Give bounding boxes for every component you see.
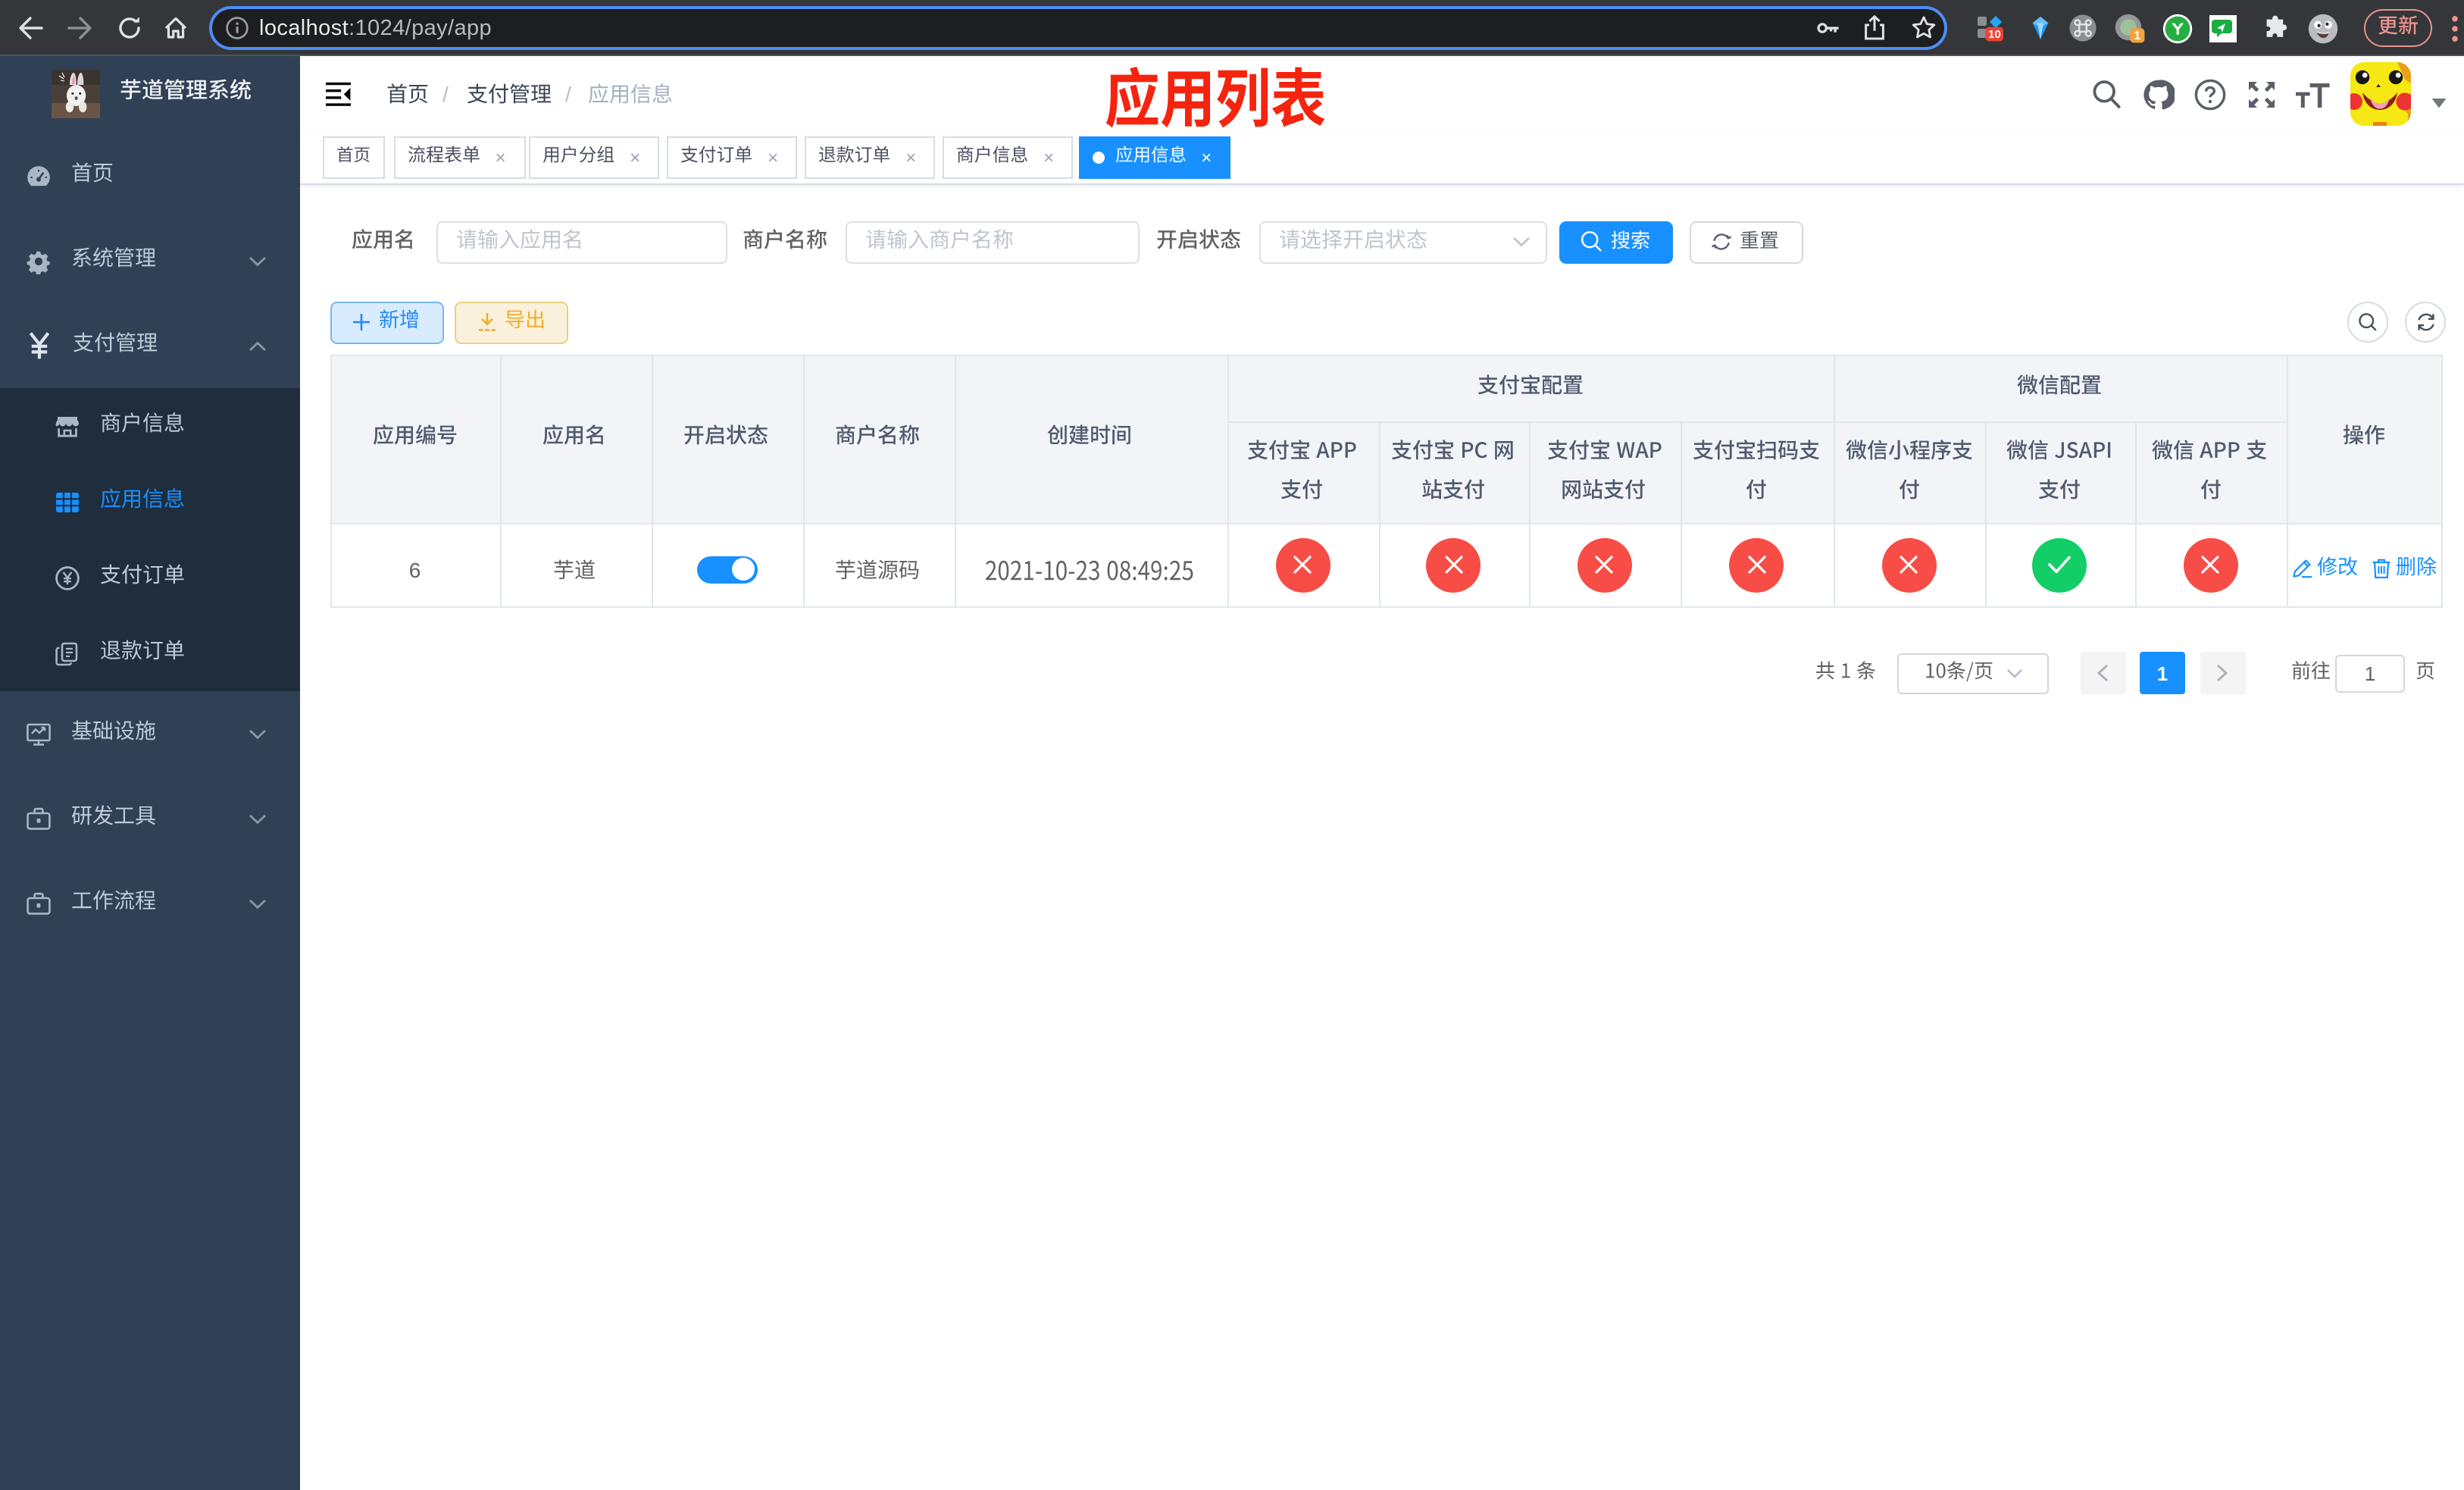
svg-text:10: 10	[1987, 28, 2000, 41]
svg-text:1: 1	[2133, 29, 2140, 42]
